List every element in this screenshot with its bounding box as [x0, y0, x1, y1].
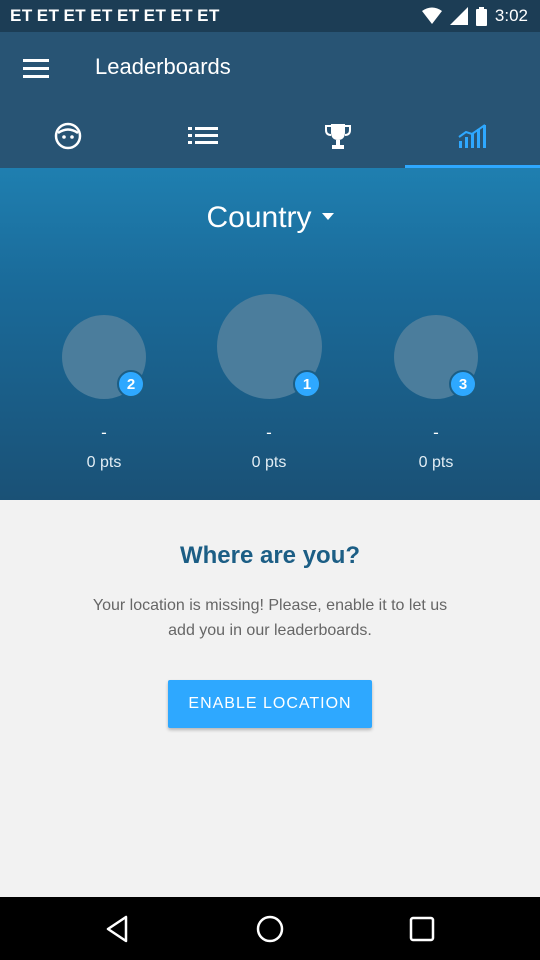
menu-icon [23, 58, 49, 62]
location-panel: Where are you? Your location is missing!… [0, 500, 540, 897]
trophy-icon [324, 124, 351, 149]
wifi-icon [421, 7, 442, 24]
player-name: - [433, 423, 439, 442]
rank-badge: 2 [117, 370, 145, 398]
player-name: - [266, 423, 272, 442]
caret-down-icon [321, 212, 334, 220]
carrier-label: ET [116, 6, 140, 25]
home-circle-icon [256, 915, 284, 943]
panel-title: Where are you? [179, 542, 361, 569]
carrier-label: ET [36, 6, 60, 25]
recents-button[interactable] [404, 911, 440, 947]
player-points: 0 pts [418, 454, 454, 471]
back-triangle-icon [106, 915, 128, 943]
face-icon [54, 122, 81, 150]
player-name: - [101, 423, 107, 442]
tab-trophy[interactable] [270, 104, 405, 168]
list-icon [187, 127, 218, 144]
system-nav-bar [0, 897, 540, 960]
menu-icon [23, 66, 49, 70]
menu-icon [23, 74, 49, 78]
panel-message: Your location is missing! Please, enable… [92, 597, 448, 639]
recents-square-icon [409, 916, 435, 942]
signal-chart-icon [457, 124, 486, 148]
rank-badge: 3 [449, 370, 477, 398]
app-bar: Leaderboards [0, 32, 540, 168]
rank-badge: 1 [293, 370, 321, 398]
carrier-label: ET [90, 6, 113, 25]
carrier-label: ET [197, 6, 220, 25]
battery-icon [475, 6, 487, 26]
podium-place-1[interactable]: 1 - 0 pts [209, 294, 329, 475]
tab-bar [0, 104, 540, 168]
carrier-label: ET [170, 6, 194, 25]
menu-button[interactable] [18, 52, 54, 84]
status-bar: ET ET ET ET ET ET ET ET 3:02 [0, 0, 540, 32]
tab-list[interactable] [135, 104, 270, 168]
enable-location-button[interactable]: ENABLE LOCATION [168, 680, 372, 728]
podium-place-2[interactable]: 2 - 0 pts [44, 315, 164, 475]
notification-icons: ET ET ET ET ET ET ET ET [10, 6, 220, 26]
country-filter-dropdown[interactable]: Country [0, 201, 540, 235]
back-button[interactable] [100, 911, 136, 947]
tab-profile[interactable] [0, 104, 135, 168]
page-title: Leaderboards [95, 54, 231, 79]
leaderboard-podium: Country 2 - 0 pts 1 - 0 pts 3 - 0 pts [0, 168, 540, 500]
home-button[interactable] [252, 911, 288, 947]
player-points: 0 pts [251, 454, 287, 471]
country-filter-label: Country [206, 201, 312, 234]
tab-stats[interactable] [405, 104, 540, 168]
podium-place-3[interactable]: 3 - 0 pts [376, 315, 496, 475]
carrier-label: ET [63, 6, 87, 25]
carrier-label: ET [10, 6, 33, 25]
carrier-label: ET [143, 6, 167, 25]
cell-signal-icon [449, 7, 468, 25]
player-points: 0 pts [86, 454, 122, 471]
clock: 3:02 [494, 6, 528, 25]
